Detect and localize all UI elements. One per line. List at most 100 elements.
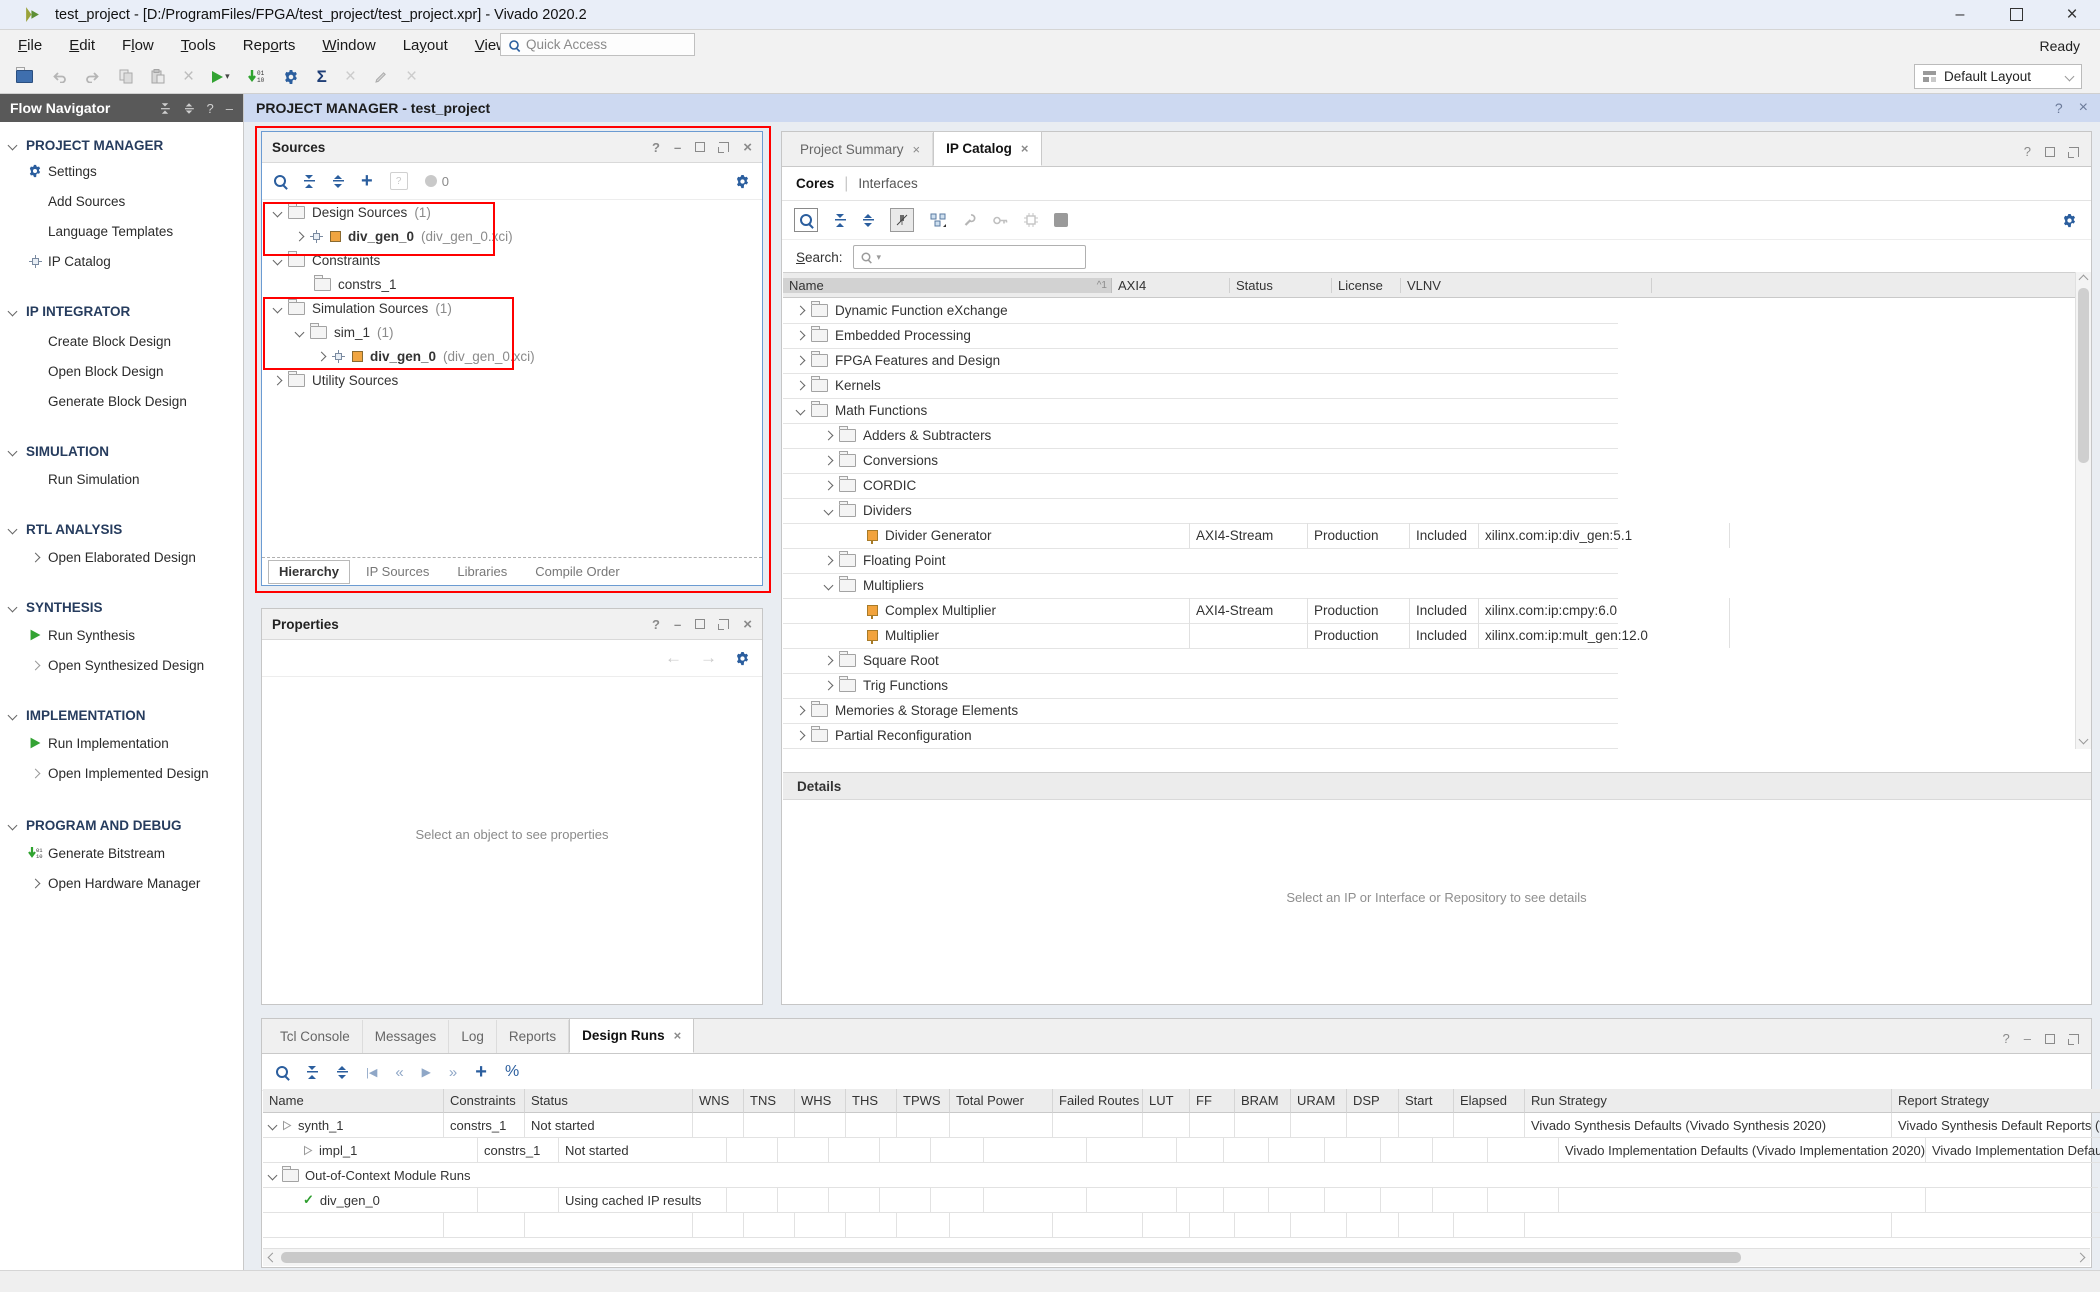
scroll-up-icon[interactable] (2079, 275, 2089, 285)
sources-panel-header[interactable]: Sources ? – × (262, 132, 762, 163)
section-rtl-analysis[interactable]: RTL ANALYSIS (0, 516, 243, 542)
collapse-all-icon[interactable] (834, 214, 846, 227)
float-icon[interactable] (2069, 1034, 2079, 1044)
scroll-right-icon[interactable] (2076, 1253, 2086, 1263)
run-row-ooc-group[interactable]: Out-of-Context Module Runs (263, 1163, 2098, 1188)
catalog-row[interactable]: Memories & Storage Elements (783, 698, 1618, 724)
close-icon[interactable]: × (674, 1028, 682, 1043)
minimize-icon[interactable]: – (674, 618, 681, 631)
minimize-icon[interactable]: – (674, 141, 681, 154)
catalog-row[interactable]: Adders & Subtracters (783, 423, 1618, 449)
column-header-status[interactable]: Status (1230, 278, 1332, 293)
help-icon[interactable]: ? (652, 618, 660, 631)
tab-reports[interactable]: Reports (497, 1020, 569, 1053)
collapse-all-icon[interactable] (160, 103, 170, 113)
tree-item-constraints[interactable]: Constraints (262, 248, 380, 272)
sidebar-item-generate-bitstream[interactable]: 0110Generate Bitstream (0, 840, 243, 866)
properties-panel-header[interactable]: Properties ? – × (262, 609, 762, 640)
column-header[interactable]: Constraints (444, 1089, 525, 1113)
minimize-icon[interactable]: – (2024, 1032, 2031, 1045)
column-header[interactable]: Elapsed (1454, 1089, 1525, 1113)
tab-messages[interactable]: Messages (363, 1020, 450, 1053)
column-header-name[interactable]: Name^1 (783, 278, 1112, 293)
tree-item-constrs-1[interactable]: constrs_1 (262, 272, 397, 296)
sidebar-item-settings[interactable]: Settings (0, 158, 243, 184)
float-icon[interactable] (2069, 147, 2079, 157)
column-header[interactable]: LUT (1143, 1089, 1190, 1113)
tab-compile-order[interactable]: Compile Order (523, 564, 632, 579)
menu-edit[interactable]: Edit (69, 37, 95, 54)
expand-all-icon[interactable] (336, 1066, 348, 1079)
tab-project-summary[interactable]: Project Summary× (788, 133, 933, 166)
sidebar-item-open-elaborated-design[interactable]: Open Elaborated Design (0, 544, 243, 570)
catalog-row[interactable]: CORDIC (783, 473, 1618, 499)
scrollbar-thumb[interactable] (281, 1252, 1741, 1263)
catalog-row[interactable]: Dynamic Function eXchange (783, 298, 1618, 324)
tree-item-sim-div-gen-0[interactable]: div_gen_0 (div_gen_0.xci) (262, 344, 535, 368)
tab-log[interactable]: Log (449, 1020, 497, 1053)
menu-flow[interactable]: Flow (122, 37, 154, 54)
tab-ip-catalog[interactable]: IP Catalog× (933, 131, 1041, 166)
float-icon[interactable] (719, 142, 729, 152)
chevron-down-icon[interactable] (268, 1170, 278, 1180)
tab-libraries[interactable]: Libraries (445, 564, 519, 579)
search-input[interactable]: ▾ (853, 245, 1086, 269)
hierarchy-view-icon[interactable] (930, 213, 947, 228)
catalog-row[interactable]: Square Root (783, 648, 1618, 674)
help-icon[interactable]: ? (652, 141, 660, 154)
scrollbar-thumb[interactable] (2078, 288, 2089, 463)
float-icon[interactable] (719, 619, 729, 629)
column-header[interactable]: URAM (1291, 1089, 1347, 1113)
catalog-row[interactable]: Partial Reconfiguration (783, 723, 1618, 749)
sidebar-item-run-implementation[interactable]: Run Implementation (0, 730, 243, 756)
sidebar-item-add-sources[interactable]: Add Sources (0, 188, 243, 214)
menu-layout[interactable]: Layout (403, 37, 448, 54)
settings-gear-icon[interactable] (2062, 213, 2077, 228)
section-synthesis[interactable]: SYNTHESIS (0, 594, 243, 620)
sidebar-item-create-block-design[interactable]: Create Block Design (0, 328, 243, 354)
menu-tools[interactable]: Tools (181, 37, 216, 54)
column-header[interactable]: Start (1399, 1089, 1454, 1113)
subtab-interfaces[interactable]: Interfaces (858, 176, 917, 191)
search-icon[interactable] (274, 175, 286, 187)
undo-icon[interactable] (51, 70, 67, 83)
tree-item-sim-1[interactable]: sim_1 (1) (262, 320, 394, 344)
menu-window[interactable]: Window (322, 37, 375, 54)
run-icon[interactable]: ▾ (212, 71, 230, 83)
help-icon[interactable]: ? (207, 101, 214, 116)
run-row-impl-1[interactable]: impl_1 constrs_1 Not started Vivado Impl… (263, 1138, 2100, 1163)
catalog-row[interactable]: Multipliers (783, 573, 1618, 599)
expand-all-icon[interactable] (184, 103, 194, 113)
layout-selector[interactable]: Default Layout (1914, 64, 2082, 89)
column-header[interactable]: WNS (693, 1089, 744, 1113)
column-header[interactable]: Status (525, 1089, 693, 1113)
collapse-all-icon[interactable] (306, 1066, 318, 1079)
open-recent-icon[interactable] (16, 70, 33, 83)
close-icon[interactable]: × (743, 617, 752, 632)
sidebar-item-language-templates[interactable]: Language Templates (0, 218, 243, 244)
close-icon[interactable]: × (913, 142, 921, 157)
tree-item-design-sources[interactable]: Design Sources (1) (262, 200, 431, 224)
column-header[interactable]: FF (1190, 1089, 1235, 1113)
tree-item-utility-sources[interactable]: Utility Sources (262, 368, 398, 392)
window-close-button[interactable]: × (2044, 0, 2100, 30)
column-header[interactable]: THS (846, 1089, 897, 1113)
column-header-license[interactable]: License (1332, 278, 1401, 293)
minimize-panel-icon[interactable]: – (226, 101, 233, 116)
help-icon[interactable]: ? (2003, 1032, 2010, 1045)
report-sigma-icon[interactable]: Σ (317, 68, 327, 85)
catalog-row[interactable]: Trig Functions (783, 673, 1618, 699)
percent-icon[interactable]: % (505, 1063, 519, 1081)
catalog-row-multiplier[interactable]: MultiplierProductionIncludedxilinx.com:i… (783, 623, 1618, 649)
close-icon[interactable]: × (743, 140, 752, 155)
tree-item-div-gen-0[interactable]: div_gen_0 (div_gen_0.xci) (262, 224, 513, 248)
horizontal-scrollbar[interactable] (263, 1248, 2090, 1266)
catalog-row[interactable]: Conversions (783, 448, 1618, 474)
window-minimize-button[interactable]: – (1932, 0, 1988, 30)
maximize-icon[interactable] (695, 619, 705, 629)
section-program-and-debug[interactable]: PROGRAM AND DEBUG (0, 812, 243, 838)
help-icon[interactable]: ? (2055, 100, 2063, 116)
generate-bitstream-icon[interactable]: 0110 (248, 69, 265, 85)
section-simulation[interactable]: SIMULATION (0, 438, 243, 464)
sidebar-item-run-synthesis[interactable]: Run Synthesis (0, 622, 243, 648)
